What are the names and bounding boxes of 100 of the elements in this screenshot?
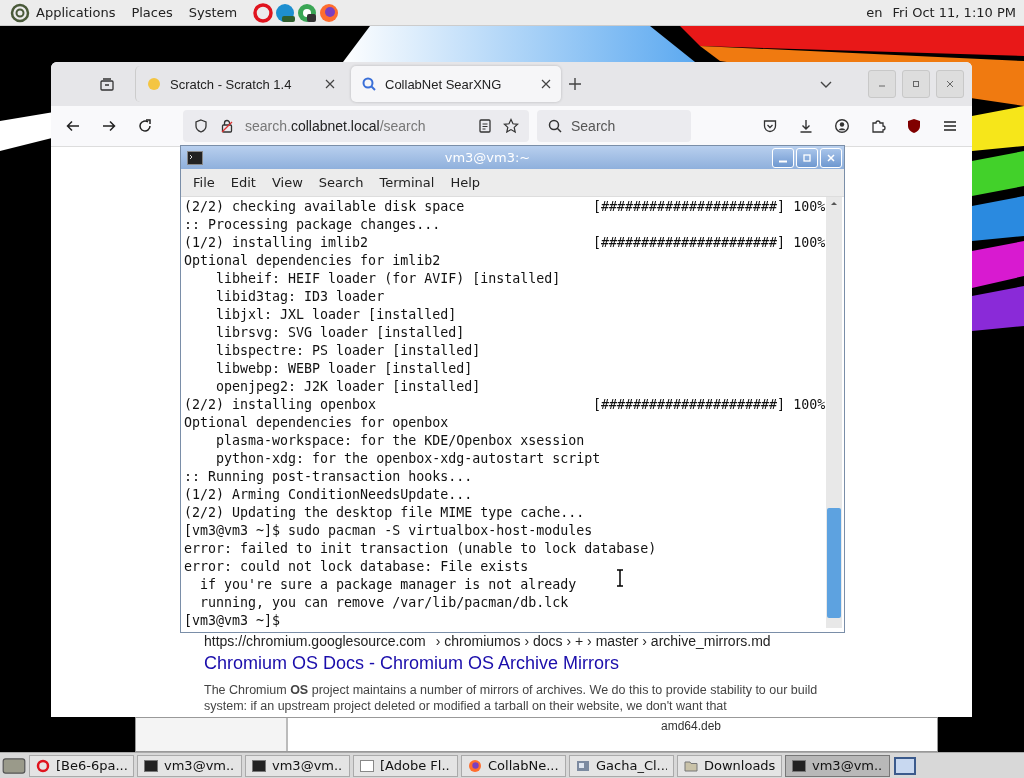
terminal-icon: [252, 758, 266, 773]
terminal-icon: [187, 150, 203, 165]
maximize-icon: [911, 79, 921, 89]
menu-item[interactable]: View: [263, 175, 311, 190]
tab-manager-icon[interactable]: [99, 76, 115, 92]
terminal-line: (2/2) Updating the desktop file MIME type cache...: [184, 504, 586, 522]
terminal-line: if you're sure a package manager is not already: [199, 576, 578, 594]
taskbar-item[interactable]: vm3@vm...: [137, 754, 242, 777]
close-icon: [945, 79, 955, 89]
new-tab-icon[interactable]: [567, 76, 583, 92]
menu-item[interactable]: File: [185, 175, 223, 190]
search-icon: [547, 118, 563, 134]
result-snippet: The Chromium OS project maintains a number of mirrors of archives. We do this to provide stability to our build system: if an upstream project deleted or modified a tarball on their website, we don't want that: [204, 682, 819, 714]
terminal-icon: [144, 758, 158, 773]
reload-icon[interactable]: [137, 118, 153, 134]
terminal-line: Optional dependencies for imlib2: [184, 252, 442, 270]
download-icon[interactable]: [798, 118, 814, 134]
ring-icon: [36, 758, 50, 773]
folder-icon: [684, 758, 698, 773]
menu-item[interactable]: Search: [310, 175, 372, 190]
app-icon: [576, 758, 590, 773]
close-tab-icon[interactable]: [541, 79, 551, 89]
terminal-line: running, you can remove /var/lib/pacman/db.lck: [199, 594, 570, 612]
taskbar-item[interactable]: CollabNe...: [461, 754, 566, 777]
browser-tab[interactable]: Scratch - Scratch 1.4: [135, 66, 345, 102]
terminal-icon: [792, 758, 806, 773]
show-desktop-icon[interactable]: [2, 755, 26, 776]
bookmark-star-icon[interactable]: [503, 118, 519, 134]
taskbar-item[interactable]: [Adobe Fl...: [353, 754, 458, 777]
panel-menu[interactable]: Places: [131, 5, 173, 20]
minimize-icon: [779, 160, 787, 163]
shield-icon: [193, 118, 209, 134]
text-cursor-icon: [616, 569, 624, 587]
scrollbar-thumb[interactable]: [827, 508, 841, 618]
browser-tab[interactable]: CollabNet SearXNG: [351, 66, 561, 102]
taskbar-item[interactable]: vm3@vm...: [245, 754, 350, 777]
result-breadcrumbs: › chromiumos › docs › + › master › archive_mirrors.md: [435, 633, 771, 649]
close-icon: [826, 152, 836, 163]
progress-text: [######################] 100%: [593, 198, 826, 216]
terminal-line: libspectre: PS loader [installed]: [215, 342, 482, 360]
terminal-line: python-xdg: for the openbox-xdg-autostart script: [215, 450, 601, 468]
puzzle-icon[interactable]: [870, 118, 886, 134]
panel-menu[interactable]: System: [188, 5, 238, 20]
lock-warning-icon: [219, 118, 235, 134]
close-tab-icon[interactable]: [325, 79, 335, 89]
search-icon: [361, 76, 377, 92]
shield-extension-icon[interactable]: [906, 118, 922, 134]
window-title: vm3@vm3:~: [443, 150, 532, 165]
back-arrow-icon[interactable]: [65, 118, 81, 134]
progress-text: [######################] 100%: [593, 234, 826, 252]
taskbar-item[interactable]: [Ве6-6ра...: [29, 754, 134, 777]
file-label: amd64.deb: [661, 719, 722, 733]
clock[interactable]: Fri Oct 11, 1:10 PM: [892, 5, 1016, 20]
scroll-up-arrow-icon[interactable]: [829, 199, 839, 207]
menu-item[interactable]: Help: [442, 175, 489, 190]
menu-icon[interactable]: [942, 118, 958, 134]
pocket-icon[interactable]: [762, 118, 778, 134]
menu-item[interactable]: Edit: [222, 175, 264, 190]
terminal-line: (2/2) checking available disk space: [184, 198, 466, 216]
address-bar[interactable]: search.collabnet.local/search: [183, 110, 529, 142]
search-field[interactable]: Search: [537, 110, 691, 142]
terminal-line: :: Running post-transaction hooks...: [184, 468, 474, 486]
maximize-button[interactable]: [902, 70, 930, 98]
terminal-line: libid3tag: ID3 loader: [215, 288, 386, 306]
terminal-line: plasma-workspace: for the KDE/Openbox xsession: [215, 432, 586, 450]
terminal-line: :: Processing package changes...: [184, 216, 442, 234]
maximize-icon: [802, 152, 812, 163]
browser-launcher-icon[interactable]: [275, 2, 296, 23]
keyboard-layout[interactable]: en: [866, 5, 883, 20]
terminal-line: libwebp: WEBP loader [installed]: [215, 360, 474, 378]
browser-launcher-icon[interactable]: [319, 2, 340, 23]
terminal-line: openjpeg2: J2K loader [installed]: [215, 378, 482, 396]
browser-launcher-icon[interactable]: [297, 2, 318, 23]
terminal-line: [vm3@vm3 ~]$ sudo pacman -S virtualbox-host-modules: [184, 522, 593, 540]
result-url[interactable]: https://chromium.googlesource.com: [204, 633, 426, 649]
taskbar-item[interactable]: vm3@vm...: [785, 754, 890, 777]
reader-view-icon[interactable]: [477, 118, 493, 134]
firefox-icon: [468, 758, 482, 773]
terminal-line: (1/2) Arming ConditionNeedsUpdate...: [184, 486, 474, 504]
result-title-link[interactable]: Chromium OS Docs - Chromium OS Archive Mirrors: [204, 653, 972, 674]
scrollbar[interactable]: [826, 197, 842, 628]
menu-item[interactable]: Terminal: [371, 175, 443, 190]
workspace-switcher-icon[interactable]: [893, 755, 917, 776]
forward-arrow-icon[interactable]: [101, 118, 117, 134]
terminal-line: (2/2) installing openbox: [184, 396, 378, 414]
terminal-line: librsvg: SVG loader [installed]: [215, 324, 466, 342]
scratch-favicon-icon: [146, 76, 162, 92]
terminal-line: libheif: HEIF loader (for AVIF) [installed]: [215, 270, 562, 288]
taskbar-item[interactable]: Downloads: [677, 754, 782, 777]
panel-menu[interactable]: Applications: [36, 5, 116, 20]
terminal-line: libjxl: JXL loader [installed]: [215, 306, 458, 324]
terminal-line: (1/2) installing imlib2: [184, 234, 370, 252]
window-icon: [360, 758, 374, 773]
terminal-line: error: failed to init transaction (unable to lock database): [184, 540, 657, 558]
terminal-line: error: could not lock database: File exists: [184, 558, 530, 576]
progress-text: [######################] 100%: [593, 396, 826, 414]
terminal-line: Optional dependencies for openbox: [184, 414, 450, 432]
taskbar-item[interactable]: Gacha_Cl...: [569, 754, 674, 777]
account-icon[interactable]: [834, 118, 850, 134]
terminal-line: [vm3@vm3 ~]$: [184, 612, 282, 630]
